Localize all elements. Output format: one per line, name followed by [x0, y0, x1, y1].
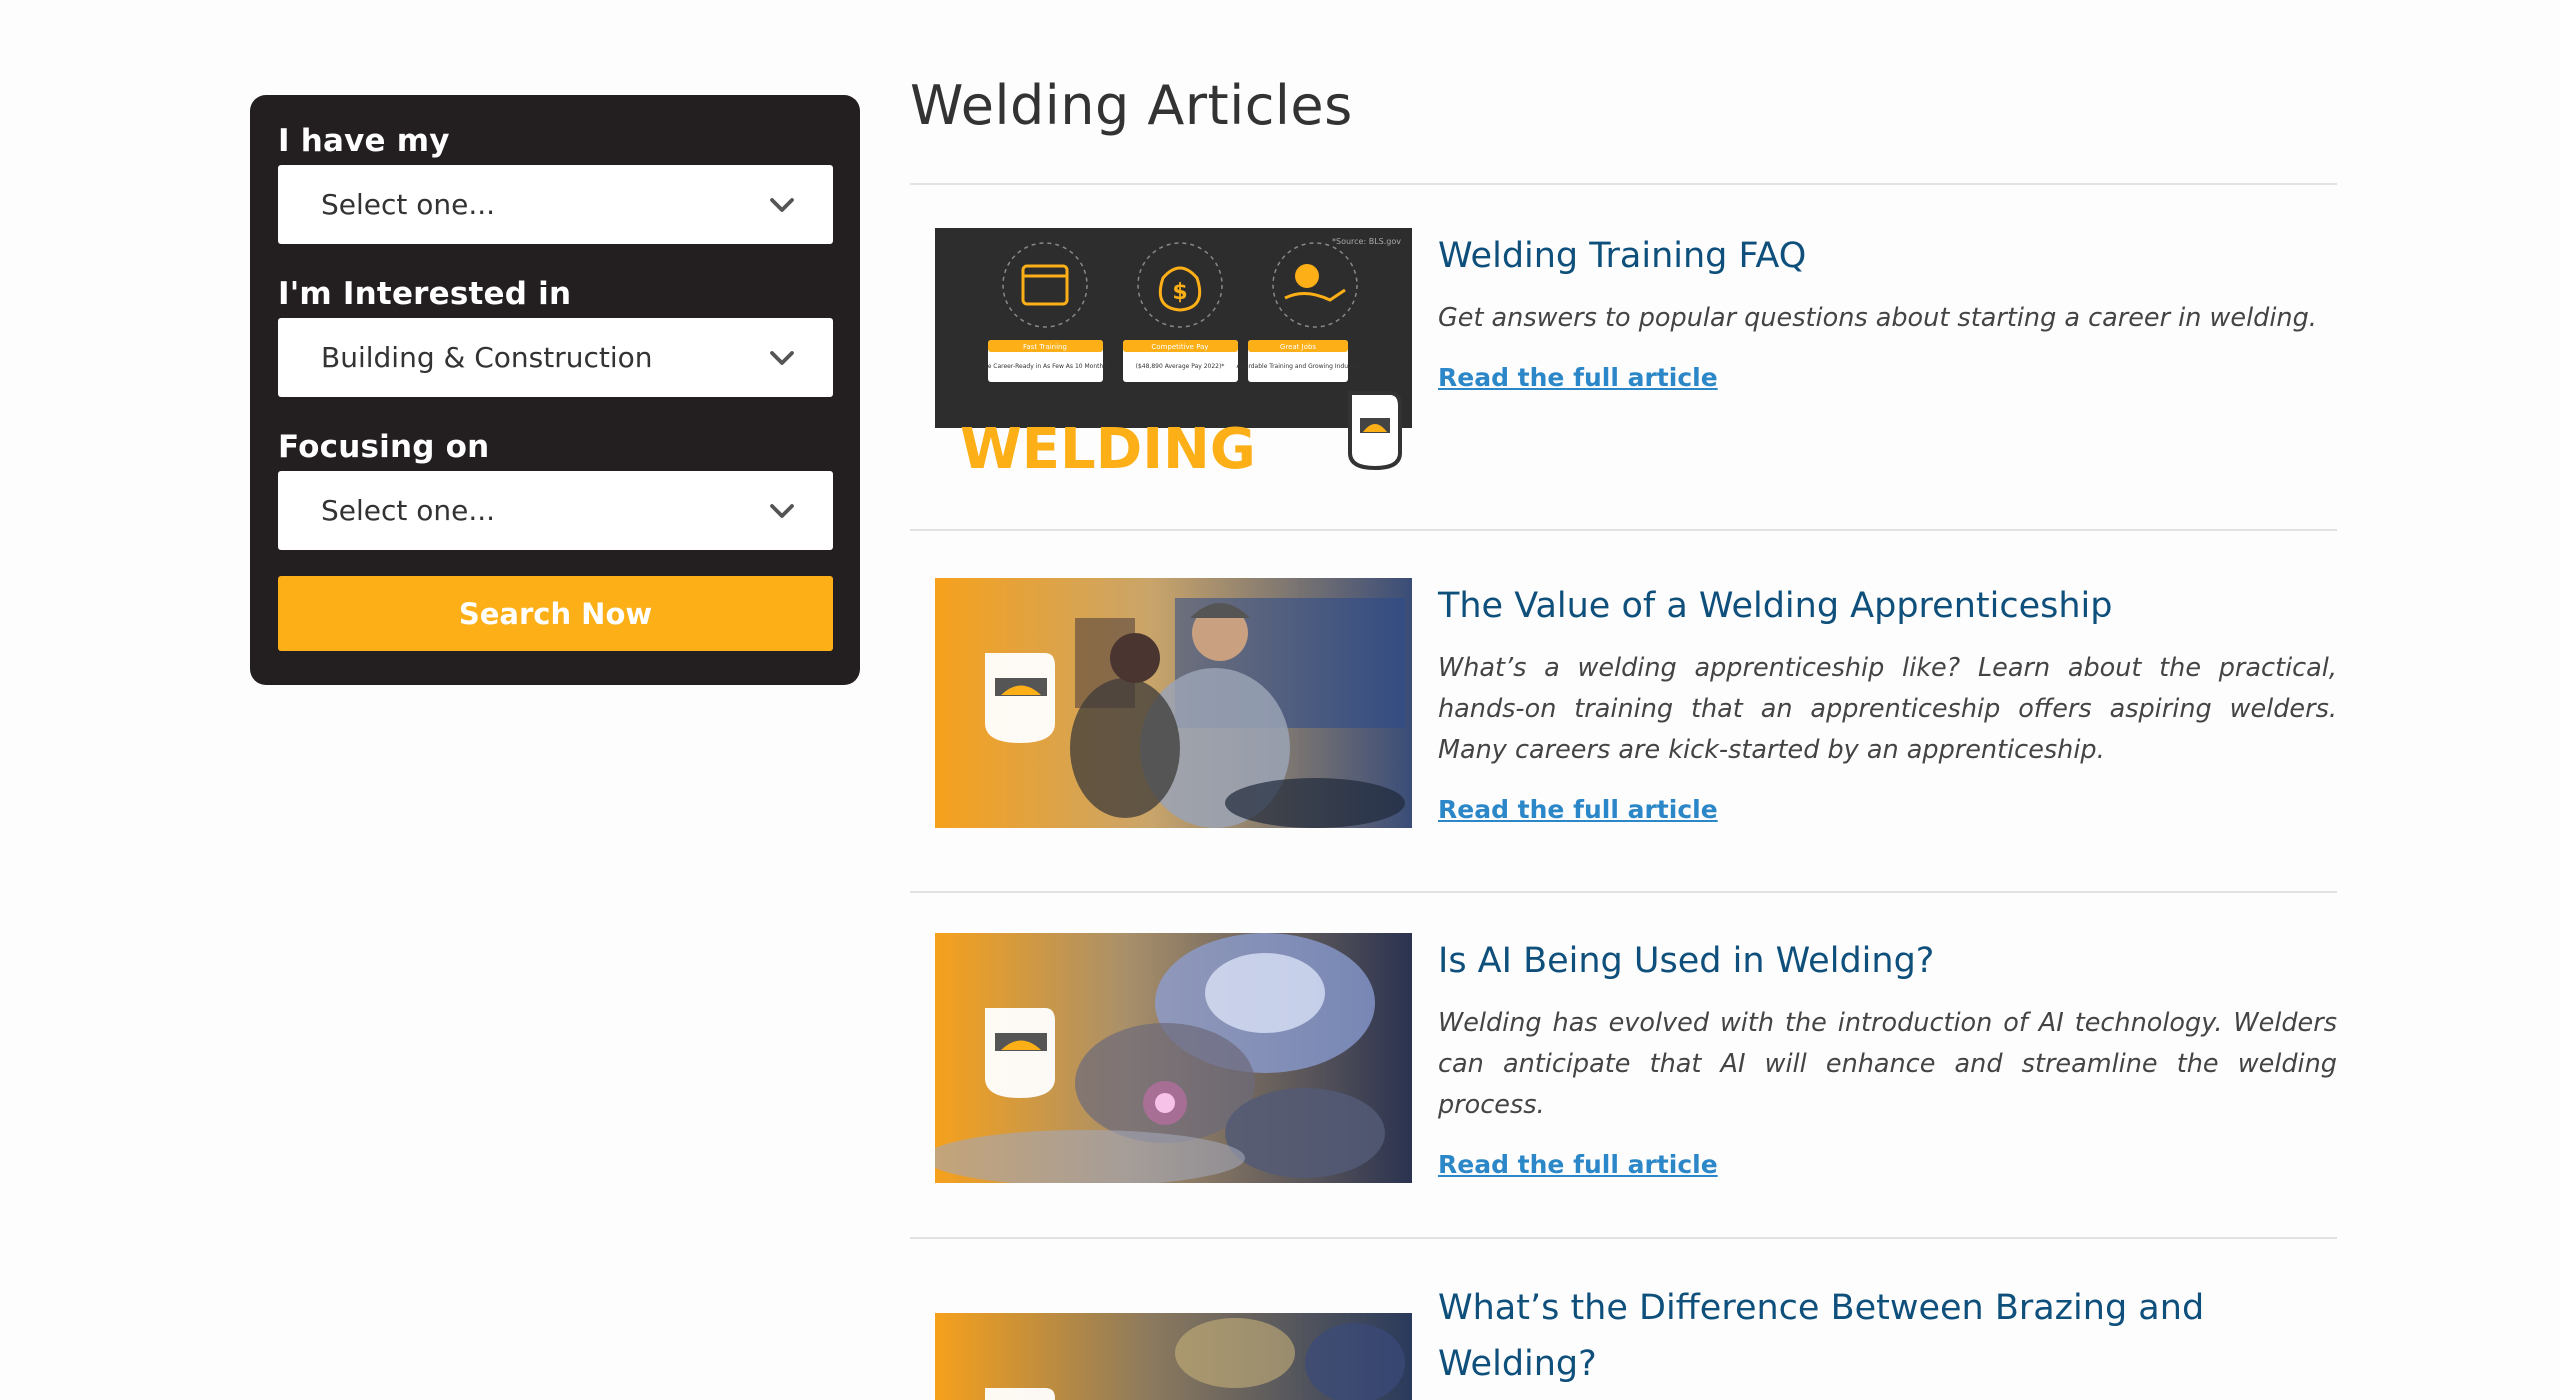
- svg-text:($48,890 Average Pay 2022)*: ($48,890 Average Pay 2022)*: [1136, 363, 1225, 370]
- focus-select-value: Select one...: [321, 494, 496, 527]
- chevron-down-icon: [770, 503, 794, 518]
- svg-text:Fast Training: Fast Training: [1023, 343, 1067, 351]
- have-select-value: Select one...: [321, 188, 496, 221]
- divider: [910, 529, 2337, 531]
- interest-label: I'm Interested in: [278, 276, 572, 312]
- read-full-article-link[interactable]: Read the full article: [1438, 1150, 1718, 1179]
- divider: [910, 891, 2337, 893]
- svg-text:*Source: BLS.gov: *Source: BLS.gov: [1332, 237, 1401, 246]
- read-full-article-link[interactable]: Read the full article: [1438, 795, 1718, 824]
- read-full-article-link[interactable]: Read the full article: [1438, 363, 1718, 392]
- article-description: What’s a welding apprenticeship like? Le…: [1438, 653, 2337, 765]
- svg-text:$: $: [1172, 280, 1187, 305]
- have-label: I have my: [278, 123, 450, 159]
- svg-text:Affordable Training and Growin: Affordable Training and Growing Industry: [1236, 363, 1359, 370]
- svg-text:Be Career-Ready in As Few As 1: Be Career-Ready in As Few As 10 Months: [984, 363, 1107, 370]
- focus-select[interactable]: Select one...: [278, 471, 833, 550]
- page-title: Welding Articles: [910, 74, 1353, 137]
- article-thumbnail[interactable]: [935, 933, 1412, 1183]
- article-thumbnail[interactable]: [935, 1313, 1412, 1400]
- svg-text:Competitive Pay: Competitive Pay: [1151, 343, 1208, 351]
- article-description: Welding has evolved with the introductio…: [1438, 1008, 2337, 1120]
- article-item: Is AI Being Used in Welding? Welding has…: [935, 933, 2337, 1183]
- ai-welding-photo: [935, 933, 1412, 1183]
- search-now-button[interactable]: Search Now: [278, 576, 833, 651]
- article-thumbnail[interactable]: *Source: BLS.gov $ Fast Training Be Care…: [935, 228, 1412, 478]
- article-description: Get answers to popular questions about s…: [1438, 303, 2317, 333]
- article-title[interactable]: What’s the Difference Between Brazing an…: [1438, 1280, 2337, 1392]
- article-title[interactable]: The Value of a Welding Apprenticeship: [1438, 578, 2337, 634]
- chevron-down-icon: [770, 350, 794, 365]
- chevron-down-icon: [770, 197, 794, 212]
- svg-text:Great Jobs: Great Jobs: [1280, 343, 1317, 351]
- divider: [910, 1237, 2337, 1239]
- interest-select[interactable]: Building & Construction: [278, 318, 833, 397]
- apprenticeship-photo: [935, 578, 1412, 828]
- article-thumbnail[interactable]: [935, 578, 1412, 828]
- program-search-widget: I have my Select one... I'm Interested i…: [250, 95, 860, 685]
- brazing-welding-photo: [935, 1313, 1412, 1400]
- article-title[interactable]: Welding Training FAQ: [1438, 228, 2337, 284]
- have-select[interactable]: Select one...: [278, 165, 833, 244]
- svg-text:WELDING: WELDING: [960, 417, 1256, 478]
- welding-infographic-image: *Source: BLS.gov $ Fast Training Be Care…: [935, 228, 1412, 478]
- article-title[interactable]: Is AI Being Used in Welding?: [1438, 933, 2337, 989]
- article-item: The Value of a Welding Apprenticeship Wh…: [935, 578, 2337, 828]
- divider: [910, 183, 2337, 185]
- article-item: What’s the Difference Between Brazing an…: [935, 1280, 2337, 1400]
- focus-label: Focusing on: [278, 429, 490, 465]
- article-item: *Source: BLS.gov $ Fast Training Be Care…: [935, 228, 2337, 478]
- interest-select-value: Building & Construction: [321, 341, 653, 374]
